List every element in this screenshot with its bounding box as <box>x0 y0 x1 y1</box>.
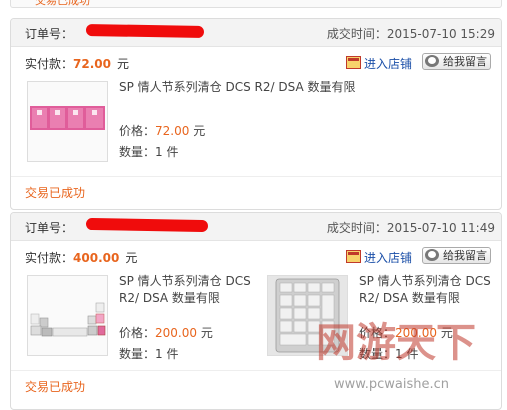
enter-shop-button[interactable]: 进入店铺 <box>346 55 412 72</box>
numpad-keycaps-image <box>268 276 347 355</box>
order-number-label: 订单号： <box>25 221 74 235</box>
product-thumbnail[interactable] <box>27 275 108 356</box>
order-header: 订单号： 成交时间：2015-07-10 11:49 <box>11 213 501 241</box>
previous-order-status: 交易已成功 <box>35 0 90 7</box>
order-item[interactable]: SP 情人节系列清仓 DCS R2/ DSA 数量有限 价格：72.00 元 数… <box>11 75 491 175</box>
message-bubble-icon <box>425 55 439 67</box>
paid-row: 实付款：72.00 元 进入店铺 给我留言 <box>11 47 501 75</box>
product-title-link[interactable]: SP 情人节系列清仓 DCS R2/ DSA 数量有限 <box>359 273 499 307</box>
product-title-link[interactable]: SP 情人节系列清仓 DCS R2/ DSA 数量有限 <box>119 79 479 96</box>
paid-row: 实付款：400.00 元 进入店铺 给我留言 <box>11 241 501 269</box>
order-time: 成交时间：2015-07-10 15:29 <box>326 27 495 41</box>
paid-amount: 实付款：400.00 元 <box>25 251 138 265</box>
redacted-order-number <box>85 23 205 39</box>
order-header: 订单号： 成交时间：2015-07-10 15:29 <box>11 19 501 47</box>
order-status: 交易已成功 <box>25 380 86 394</box>
product-title-link[interactable]: SP 情人节系列清仓 DCS R2/ DSA 数量有限 <box>119 273 259 307</box>
product-thumbnail[interactable] <box>267 275 348 356</box>
order-footer: 交易已成功 <box>11 370 501 401</box>
order-items: SP 情人节系列清仓 DCS R2/ DSA 数量有限 价格：72.00 元 数… <box>11 75 501 176</box>
order-items: SP 情人节系列清仓 DCS R2/ DSA 数量有限 价格：200.00 元 数… <box>11 269 501 370</box>
order-number-label: 订单号： <box>25 27 74 41</box>
shop-icon <box>346 250 361 263</box>
leave-message-button[interactable]: 给我留言 <box>422 53 491 70</box>
order-status: 交易已成功 <box>25 186 86 200</box>
order-card: 订单号： 成交时间：2015-07-10 15:29 实付款：72.00 元 进入… <box>10 18 502 210</box>
order-card: 订单号： 成交时间：2015-07-10 11:49 实付款：400.00 元 进… <box>10 212 502 410</box>
pink-keycaps-image <box>28 82 107 161</box>
keycap-row-image <box>28 276 107 355</box>
product-quantity: 数量：1 件 <box>119 145 179 159</box>
product-price: 价格：72.00 元 <box>119 124 206 138</box>
order-item[interactable]: SP 情人节系列清仓 DCS R2/ DSA 数量有限 价格：200.00 元 数… <box>251 269 496 369</box>
previous-order-footer: 交易已成功 <box>10 0 502 8</box>
product-quantity: 数量：1 件 <box>359 347 419 361</box>
order-footer: 交易已成功 <box>11 176 501 207</box>
redacted-order-number <box>85 217 209 233</box>
leave-message-button[interactable]: 给我留言 <box>422 247 491 264</box>
shop-icon <box>346 56 361 69</box>
order-item[interactable]: SP 情人节系列清仓 DCS R2/ DSA 数量有限 价格：200.00 元 数… <box>11 269 251 369</box>
product-price: 价格：200.00 元 <box>119 326 213 340</box>
product-quantity: 数量：1 件 <box>119 347 179 361</box>
order-time: 成交时间：2015-07-10 11:49 <box>326 221 495 235</box>
product-price: 价格：200.00 元 <box>359 326 453 340</box>
enter-shop-button[interactable]: 进入店铺 <box>346 249 412 266</box>
paid-amount: 实付款：72.00 元 <box>25 57 129 71</box>
message-bubble-icon <box>425 249 439 261</box>
product-thumbnail[interactable] <box>27 81 108 162</box>
